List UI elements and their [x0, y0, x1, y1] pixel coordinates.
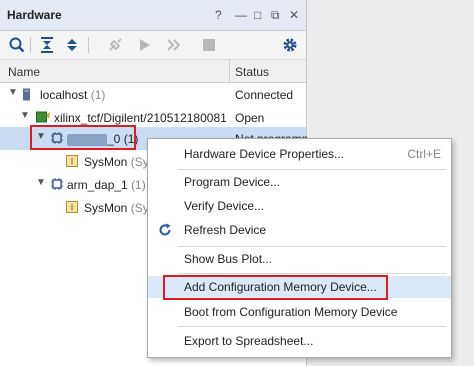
- menu-item-verify-device[interactable]: Verify Device...: [148, 195, 451, 217]
- search-icon[interactable]: [8, 36, 26, 54]
- menu-item-refresh-device[interactable]: Refresh Device: [148, 219, 451, 241]
- column-header-name[interactable]: Name: [8, 65, 40, 79]
- menu-item-label: Export to Spreadsheet...: [184, 334, 314, 348]
- chevron-down-icon[interactable]: ▼: [8, 87, 18, 98]
- menu-item-program-device[interactable]: Program Device...: [148, 171, 451, 193]
- sysmon-icon: I: [66, 201, 78, 213]
- settings-icon[interactable]: [281, 36, 299, 54]
- context-menu: Hardware Device Properties... Ctrl+E Pro…: [147, 138, 452, 358]
- menu-item-label: Refresh Device: [184, 223, 267, 237]
- column-divider[interactable]: [229, 60, 230, 82]
- menu-item-label: Verify Device...: [184, 199, 265, 213]
- highlight-box: [30, 125, 136, 150]
- maximize-button[interactable]: □: [254, 8, 261, 22]
- menu-separator: [178, 246, 446, 247]
- chevron-down-icon[interactable]: ▼: [20, 110, 30, 121]
- toolbar-separator: [88, 37, 89, 53]
- minimize-button[interactable]: —: [235, 8, 247, 22]
- menu-item-hardware-device-properties[interactable]: Hardware Device Properties... Ctrl+E: [148, 143, 451, 165]
- menu-item-label: Boot from Configuration Memory Device: [184, 305, 398, 319]
- hardware-toolbar: [0, 31, 306, 60]
- close-button[interactable]: ✕: [289, 8, 299, 22]
- status-value: Connected: [235, 88, 294, 102]
- sysmon-icon: I: [66, 155, 78, 167]
- status-value: Open: [235, 111, 265, 125]
- float-button[interactable]: ⧉: [271, 8, 280, 23]
- server-icon: [23, 88, 30, 101]
- menu-item-label: Hardware Device Properties...: [184, 147, 345, 161]
- tree-label: xilinx_tcf/Digilent/210512180081: [54, 111, 227, 125]
- help-button[interactable]: ?: [215, 8, 222, 22]
- expand-all-icon[interactable]: [63, 36, 81, 54]
- panel-title-bar: Hardware ? — □ ⧉ ✕: [0, 0, 306, 31]
- chip-icon: [51, 178, 63, 190]
- step-icon[interactable]: [165, 36, 183, 54]
- menu-item-boot-from-configuration-memory-device[interactable]: Boot from Configuration Memory Device: [148, 301, 451, 323]
- tree-label: arm_dap_1 (1): [67, 178, 146, 192]
- menu-separator: [178, 326, 446, 327]
- tree-row-localhost[interactable]: ▼ localhost (1) Connected: [0, 83, 306, 106]
- stop-icon[interactable]: [200, 36, 218, 54]
- chevron-down-icon[interactable]: ▼: [36, 177, 46, 188]
- tree-label: localhost (1): [40, 88, 106, 102]
- auto-connect-icon[interactable]: [106, 36, 124, 54]
- refresh-icon: [159, 223, 171, 236]
- menu-item-label: Show Bus Plot...: [184, 252, 273, 266]
- run-icon[interactable]: [135, 36, 153, 54]
- menu-item-label: Program Device...: [184, 175, 281, 189]
- panel-title: Hardware: [7, 8, 62, 22]
- toolbar-separator: [30, 37, 31, 53]
- svg-text:I: I: [71, 157, 74, 167]
- menu-item-shortcut: Ctrl+E: [407, 147, 441, 161]
- highlight-box: [163, 275, 388, 300]
- svg-text:I: I: [71, 203, 74, 213]
- collapse-all-icon[interactable]: [38, 36, 56, 54]
- tree-table-header: Name Status: [0, 60, 306, 83]
- menu-separator: [178, 273, 446, 274]
- column-header-status[interactable]: Status: [235, 65, 269, 79]
- tree-label: SysMon (Sys: [84, 155, 155, 169]
- menu-item-export-to-spreadsheet[interactable]: Export to Spreadsheet...: [148, 330, 451, 352]
- board-icon: [36, 111, 50, 123]
- tree-label: SysMon (Sys: [84, 201, 155, 215]
- menu-item-show-bus-plot[interactable]: Show Bus Plot...: [148, 248, 451, 270]
- menu-separator: [178, 169, 446, 170]
